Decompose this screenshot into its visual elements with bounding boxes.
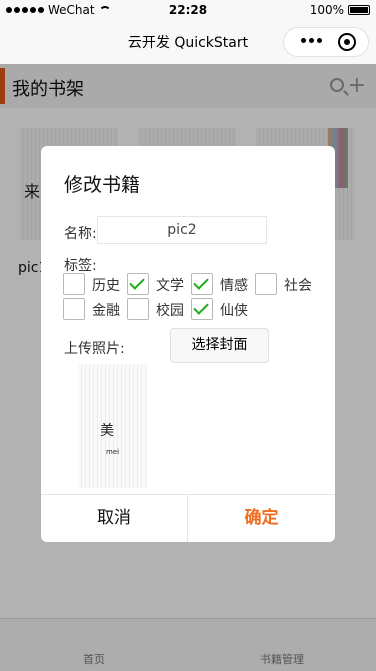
name-input[interactable]: pic2 [97, 216, 267, 244]
tag-checkbox-literature[interactable] [127, 273, 149, 295]
close-miniprogram-icon[interactable] [338, 33, 356, 51]
name-label: 名称: [64, 226, 97, 242]
select-cover-button[interactable]: 选择封面 [170, 328, 269, 363]
tag-checkbox-emotion[interactable] [191, 273, 213, 295]
tag-checkbox-campus[interactable] [127, 298, 149, 320]
capsule-menu [283, 27, 369, 57]
cancel-button[interactable]: 取消 [41, 495, 188, 542]
tag-checkbox-society[interactable] [255, 273, 277, 295]
tag-label: 校园 [156, 303, 184, 319]
status-right: 100% [310, 3, 370, 17]
dialog-footer: 取消 确定 [41, 494, 335, 542]
tags-label: 标签: [64, 258, 97, 274]
preview-figure-text: 美 [100, 423, 114, 439]
tag-label: 仙侠 [220, 303, 248, 319]
upload-label: 上传照片: [64, 341, 125, 357]
tag-checkbox-xianxia[interactable] [191, 298, 213, 320]
status-bar: WeChat 22:28 100% [0, 0, 376, 20]
cover-preview-image[interactable]: 美 mei [78, 364, 148, 488]
tag-label: 历史 [92, 278, 120, 294]
tag-label: 情感 [220, 278, 248, 294]
edit-book-dialog: 修改书籍 名称: pic2 标签: 历史 文学 情感 社会 金融 校园 仙侠 上… [41, 146, 335, 542]
battery-icon [348, 5, 370, 15]
tag-label: 社会 [284, 278, 312, 294]
tag-checkbox-finance[interactable] [63, 298, 85, 320]
more-icon[interactable] [301, 38, 322, 43]
battery-percent: 100% [309, 3, 344, 17]
confirm-button[interactable]: 确定 [188, 495, 335, 542]
tag-label: 文学 [156, 278, 184, 294]
nav-bar: 云开发 QuickStart [0, 20, 376, 64]
preview-sub-text: mei [106, 448, 120, 456]
tag-checkbox-history[interactable] [63, 273, 85, 295]
tag-label: 金融 [92, 303, 120, 319]
dialog-title: 修改书籍 [64, 174, 141, 196]
